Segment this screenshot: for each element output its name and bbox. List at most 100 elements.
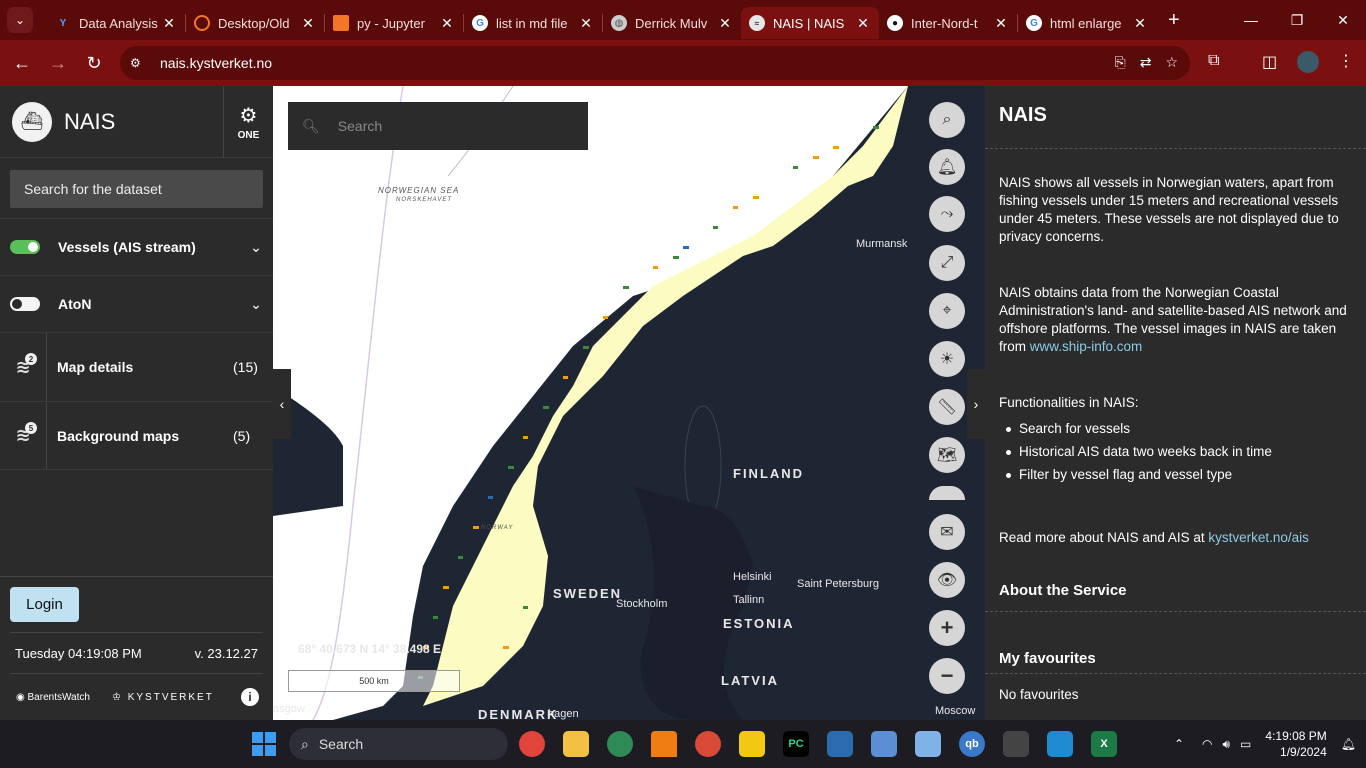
- notifications-button[interactable]: 🔔︎: [929, 149, 965, 185]
- layer-aton[interactable]: AtoN ⌄: [0, 275, 273, 332]
- close-icon[interactable]: ✕: [300, 15, 316, 32]
- vscode-icon[interactable]: [1047, 731, 1073, 757]
- forward-button[interactable]: →: [40, 45, 76, 81]
- tool-partial[interactable]: [929, 486, 965, 500]
- close-icon[interactable]: ✕: [993, 15, 1009, 32]
- map-canvas[interactable]: 🔍︎ Search NORWEGIAN SEA NORSKEHAVET Murm…: [273, 86, 985, 720]
- tab-py-jupyter[interactable]: py - Jupyter ✕: [325, 7, 463, 39]
- collapse-right-panel-button[interactable]: ›: [967, 369, 985, 439]
- brightness-button[interactable]: ☀: [929, 341, 965, 377]
- site-settings-icon[interactable]: ⚙: [130, 56, 150, 70]
- visibility-button[interactable]: 👁︎: [929, 562, 965, 598]
- collapse-left-panel-button[interactable]: ‹: [273, 369, 291, 439]
- excel-icon[interactable]: X: [1091, 731, 1117, 757]
- close-icon[interactable]: ✕: [717, 15, 733, 32]
- tab-desktop-old[interactable]: Desktop/Old ✕: [186, 7, 324, 39]
- chrome-icon[interactable]: [519, 731, 545, 757]
- minimize-button[interactable]: —: [1228, 0, 1274, 40]
- close-icon[interactable]: ✕: [439, 15, 455, 32]
- install-app-icon[interactable]: ⎘: [1115, 54, 1126, 71]
- file-explorer-icon[interactable]: [563, 731, 589, 757]
- close-window-button[interactable]: ✕: [1320, 0, 1366, 40]
- chevron-down-icon[interactable]: ⌄: [239, 296, 273, 313]
- zoom-out-button[interactable]: −: [929, 658, 965, 694]
- detail-name: Map details: [57, 359, 134, 375]
- kystverket-ais-link[interactable]: kystverket.no/ais: [1208, 530, 1309, 545]
- message-button[interactable]: ✉: [929, 514, 965, 550]
- map-details-row[interactable]: ≋ 2 Map details (15): [0, 332, 273, 401]
- layer-vessels[interactable]: Vessels (AIS stream) ⌄: [0, 218, 273, 275]
- bookmark-star-icon[interactable]: ☆: [1165, 54, 1178, 71]
- translate-icon[interactable]: ⇄: [1140, 54, 1152, 71]
- search-icon: 🔍︎: [302, 117, 320, 134]
- detail-name: Background maps: [57, 427, 180, 444]
- tab-nais[interactable]: ≈ NAIS | NAIS ✕: [741, 7, 879, 39]
- measure-area-button[interactable]: ⌕: [929, 102, 965, 138]
- terminal-icon[interactable]: [1003, 731, 1029, 757]
- vlc-icon[interactable]: [651, 731, 677, 757]
- tab-label: list in md file: [496, 15, 568, 31]
- qbittorrent-icon[interactable]: qb: [959, 731, 985, 757]
- login-button[interactable]: Login: [10, 587, 79, 622]
- restore-icon: ❐: [1290, 11, 1304, 28]
- map-layer-button[interactable]: 🗺︎: [929, 437, 965, 473]
- tab-inter-nord[interactable]: ● Inter-Nord-t ✕: [879, 7, 1017, 39]
- ruler-button[interactable]: 📏︎: [929, 389, 965, 425]
- map-label-murmansk: Murmansk: [856, 238, 908, 250]
- battery-icon[interactable]: ▭: [1240, 737, 1251, 751]
- map-label-sweden: SWEDEN: [553, 586, 623, 601]
- info-panel-title: NAIS: [985, 86, 1366, 149]
- back-button[interactable]: ←: [4, 45, 40, 81]
- tab-html-enlarge[interactable]: G html enlarge ✕: [1018, 7, 1156, 39]
- zoom-in-button[interactable]: +: [929, 610, 965, 646]
- volume-icon[interactable]: 🔊︎: [1222, 737, 1230, 752]
- app-version: v. 23.12.27: [194, 645, 258, 661]
- chrome-alt-icon[interactable]: [607, 731, 633, 757]
- monitor-icon[interactable]: [871, 731, 897, 757]
- chevron-right-icon: ›: [973, 396, 979, 412]
- vessels-toggle[interactable]: [10, 240, 40, 254]
- notification-icon[interactable]: 🔔︎: [1341, 737, 1356, 751]
- side-panel-icon[interactable]: ◫: [1262, 52, 1277, 72]
- route-button[interactable]: ⤳: [929, 196, 965, 232]
- about-service-section[interactable]: About the Service: [985, 570, 1366, 615]
- dataset-search-input[interactable]: Search for the dataset: [10, 170, 263, 208]
- windows-start-button[interactable]: [252, 732, 276, 756]
- tab-list-in-md-file[interactable]: G list in md file ✕: [464, 7, 602, 39]
- settings-button[interactable]: ⚙ ONE: [223, 85, 273, 158]
- tab-data-analysis[interactable]: Y Data Analysis ✕: [47, 7, 185, 39]
- power-bi-icon[interactable]: [739, 731, 765, 757]
- close-icon[interactable]: ✕: [855, 15, 871, 32]
- aton-toggle[interactable]: [10, 297, 40, 311]
- taskbar-clock[interactable]: 4:19:08 PM 1/9/2024: [1265, 728, 1326, 760]
- map-search-input[interactable]: 🔍︎ Search: [288, 102, 588, 150]
- fullscreen-button[interactable]: ⤢: [929, 245, 965, 281]
- network-icon[interactable]: [827, 731, 853, 757]
- profile-avatar[interactable]: [1297, 51, 1319, 73]
- chrome-active-icon[interactable]: [695, 731, 721, 757]
- tab-derrick[interactable]: ◍ Derrick Mulv ✕: [603, 7, 741, 39]
- address-bar[interactable]: ⚙ nais.kystverket.no ⎘ ⇄ ☆: [120, 46, 1190, 80]
- wifi-icon[interactable]: ◠: [1202, 737, 1212, 751]
- extensions-icon[interactable]: ⧉: [1208, 52, 1219, 70]
- notepad-icon[interactable]: [915, 731, 941, 757]
- reload-button[interactable]: ↻: [76, 45, 112, 81]
- close-icon[interactable]: ✕: [161, 15, 177, 32]
- plus-icon: +: [940, 615, 954, 640]
- new-tab-button[interactable]: +: [1168, 9, 1180, 32]
- close-icon[interactable]: ✕: [1132, 15, 1148, 32]
- chevron-up-icon[interactable]: ⌃: [1174, 737, 1184, 751]
- locate-button[interactable]: ⌖: [929, 293, 965, 329]
- fullscreen-icon: ⤢: [940, 254, 954, 271]
- chevron-down-icon[interactable]: ⌄: [239, 239, 273, 256]
- favourites-title[interactable]: My favourites: [999, 624, 1352, 668]
- restore-button[interactable]: ❐: [1274, 0, 1320, 40]
- close-icon[interactable]: ✕: [578, 15, 594, 32]
- ship-info-link[interactable]: www.ship-info.com: [1030, 339, 1143, 354]
- info-icon[interactable]: i: [241, 688, 259, 706]
- tab-search-menu-button[interactable]: ⌄: [7, 7, 33, 33]
- kebab-menu-icon[interactable]: ⋮: [1338, 51, 1354, 71]
- taskbar-search[interactable]: ⌕ Search: [289, 728, 508, 760]
- background-maps-row[interactable]: ≋ 5 Background maps (5): [0, 401, 273, 470]
- pycharm-icon[interactable]: PC: [783, 731, 809, 757]
